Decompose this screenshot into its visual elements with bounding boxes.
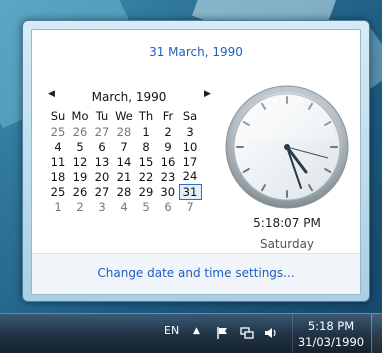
calendar-day[interactable]: 5	[135, 199, 157, 214]
clock-day-text: Saturday	[259, 237, 315, 251]
action-center-flag-icon[interactable]	[216, 326, 230, 340]
triangle-up-icon[interactable]: ▲	[193, 326, 200, 336]
flyout-panel: 31 March, 1990 ◀ March, 1990 ▶ Su Mo Tu …	[31, 29, 361, 295]
calendar-day[interactable]: 25	[47, 184, 69, 199]
calendar-day[interactable]: 28	[113, 124, 135, 139]
change-date-time-settings-link[interactable]: Change date and time settings...	[32, 266, 360, 280]
calendar-week-row: 4 5 6 7 8 9 10	[47, 139, 201, 154]
weekday-label: We	[115, 109, 133, 123]
calendar-day[interactable]: 13	[91, 154, 113, 169]
weekday-header-row: Su Mo Tu We Th Fr Sa	[47, 108, 201, 124]
show-desktop-button[interactable]	[371, 314, 382, 353]
analog-clock	[225, 85, 349, 209]
weekday-label: Su	[50, 109, 66, 123]
calendar-day[interactable]: 7	[113, 139, 135, 154]
clock-time-text: 5:18:07 PM	[253, 216, 321, 230]
taskbar-date: 31/03/1990	[297, 335, 365, 349]
month-title[interactable]: March, 1990	[70, 90, 188, 104]
calendar-day[interactable]: 6	[91, 139, 113, 154]
calendar-day[interactable]: 11	[47, 154, 69, 169]
calendar-day[interactable]: 17	[179, 154, 201, 169]
calendar-day[interactable]: 14	[113, 154, 135, 169]
calendar-day[interactable]: 27	[91, 184, 113, 199]
date-time-flyout: 31 March, 1990 ◀ March, 1990 ▶ Su Mo Tu …	[22, 20, 370, 302]
weekday-label: Th	[138, 109, 154, 123]
taskbar: EN ▲ 5:18 PM 31/03/1990	[0, 313, 382, 353]
language-indicator[interactable]: EN	[164, 324, 179, 337]
calendar-week-row: 25 26 27 28 1 2 3	[47, 124, 201, 139]
calendar-day[interactable]: 4	[47, 139, 69, 154]
calendar-day[interactable]: 20	[91, 169, 113, 184]
calendar-week-row: 11 12 13 14 15 16 17	[47, 154, 201, 169]
weekday-label: Sa	[182, 109, 198, 123]
calendar-day[interactable]: 18	[47, 169, 69, 184]
calendar-day[interactable]: 27	[91, 124, 113, 139]
weekday-label: Tu	[95, 109, 109, 123]
calendar-day[interactable]: 30	[157, 184, 179, 199]
calendar-day[interactable]: 2	[69, 199, 91, 214]
calendar-day[interactable]: 12	[69, 154, 91, 169]
calendar-day[interactable]: 15	[135, 154, 157, 169]
calendar-day[interactable]: 25	[47, 124, 69, 139]
calendar-grid: Su Mo Tu We Th Fr Sa 25 26 27 28 1 2 3 4…	[47, 108, 202, 214]
calendar-day[interactable]: 23	[157, 169, 179, 184]
calendar-day[interactable]: 1	[135, 124, 157, 139]
calendar-day[interactable]: 22	[135, 169, 157, 184]
calendar-week-row: 1 2 3 4 5 6 7	[47, 199, 201, 214]
calendar-day[interactable]: 8	[135, 139, 157, 154]
taskbar-clock[interactable]: 5:18 PM 31/03/1990	[292, 314, 369, 353]
chevron-right-icon[interactable]: ▶	[204, 89, 211, 99]
taskbar-time: 5:18 PM	[307, 319, 355, 333]
weekday-label: Fr	[162, 109, 174, 123]
chevron-left-icon[interactable]: ◀	[48, 89, 55, 99]
calendar-day[interactable]: 24	[179, 169, 201, 184]
calendar-day[interactable]: 26	[69, 124, 91, 139]
weekday-label: Mo	[71, 109, 89, 123]
calendar-day[interactable]: 21	[113, 169, 135, 184]
calendar-day[interactable]: 10	[179, 139, 201, 154]
calendar-day[interactable]: 6	[157, 199, 179, 214]
calendar-day[interactable]: 19	[69, 169, 91, 184]
calendar-day[interactable]: 16	[157, 154, 179, 169]
calendar-day[interactable]: 26	[69, 184, 91, 199]
calendar-day[interactable]: 28	[113, 184, 135, 199]
long-date-link[interactable]: 31 March, 1990	[32, 45, 360, 59]
network-icon[interactable]	[240, 326, 254, 340]
calendar-day[interactable]: 4	[113, 199, 135, 214]
calendar-day[interactable]: 3	[91, 199, 113, 214]
calendar-day[interactable]: 2	[157, 124, 179, 139]
calendar-week-row: 25 26 27 28 29 30 31	[47, 183, 202, 200]
calendar-day-selected[interactable]: 31	[178, 183, 202, 200]
calendar-day[interactable]: 5	[69, 139, 91, 154]
calendar-day[interactable]: 7	[179, 199, 201, 214]
calendar-day[interactable]: 29	[135, 184, 157, 199]
calendar-day[interactable]: 9	[157, 139, 179, 154]
calendar-day[interactable]: 3	[179, 124, 201, 139]
calendar-day[interactable]: 1	[47, 199, 69, 214]
calendar-week-row: 18 19 20 21 22 23 24	[47, 169, 201, 184]
speaker-icon[interactable]	[264, 326, 278, 340]
flyout-footer: Change date and time settings...	[32, 253, 360, 294]
